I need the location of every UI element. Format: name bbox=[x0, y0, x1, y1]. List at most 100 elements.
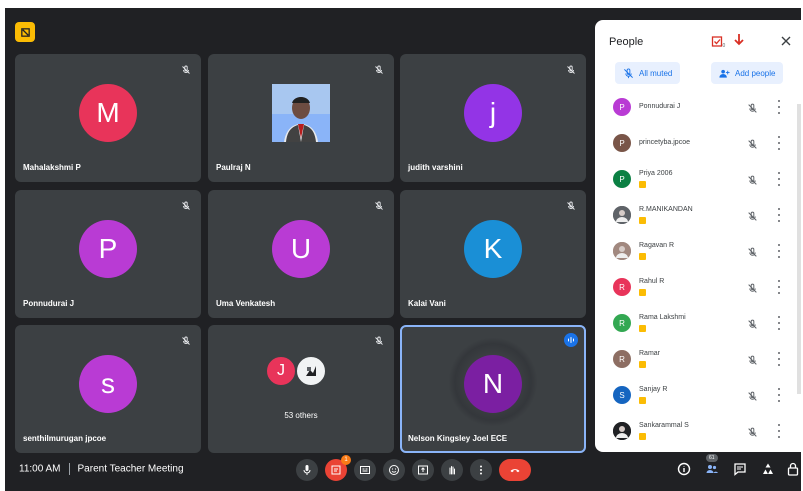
muted-mic-icon[interactable] bbox=[747, 317, 758, 329]
more-vert-icon[interactable] bbox=[777, 316, 781, 330]
participant-row[interactable]: Sankarammal S bbox=[595, 414, 801, 450]
chat-button[interactable] bbox=[731, 460, 749, 478]
emoji-button[interactable] bbox=[383, 459, 405, 481]
avatar: R bbox=[613, 278, 631, 296]
mic-icon bbox=[303, 465, 311, 475]
avatar-photo bbox=[613, 422, 631, 440]
avatar: S bbox=[613, 386, 631, 404]
leave-call-button[interactable] bbox=[499, 459, 531, 481]
more-vert-icon[interactable] bbox=[777, 172, 781, 186]
more-vert-icon[interactable] bbox=[777, 280, 781, 294]
present-button[interactable] bbox=[412, 459, 434, 481]
participant-name: Uma Venkatesh bbox=[216, 299, 276, 308]
avatar: J bbox=[265, 355, 297, 387]
people-icon bbox=[706, 465, 718, 473]
participant-row[interactable]: Pprincetyba.jpcoe bbox=[595, 126, 801, 162]
people-button[interactable]: 61 bbox=[703, 454, 721, 478]
participant-tile[interactable]: K Kalai Vani bbox=[400, 190, 586, 318]
avatar: R bbox=[613, 314, 631, 332]
participant-tile[interactable]: j judith varshini bbox=[400, 54, 586, 182]
end-call-icon bbox=[510, 469, 520, 473]
participant-tile[interactable]: M Mahalakshmi P bbox=[15, 54, 201, 182]
task-icon[interactable]: 0 bbox=[711, 34, 727, 50]
task-count: 0 bbox=[723, 43, 726, 49]
participant-row[interactable]: P Priya 2006 bbox=[595, 162, 801, 198]
muted-mic-icon[interactable] bbox=[747, 137, 758, 149]
muted-mic-icon bbox=[374, 62, 384, 74]
present-notes-button[interactable]: 1 bbox=[325, 455, 351, 481]
role-badge-icon bbox=[639, 361, 646, 368]
muted-mic-icon[interactable] bbox=[747, 425, 758, 437]
participant-tile[interactable]: N Nelson Kingsley Joel ECE bbox=[400, 325, 586, 453]
participant-tile[interactable]: J 53 others bbox=[208, 325, 394, 453]
all-muted-label: All muted bbox=[639, 68, 673, 78]
participant-name: R.MANIKANDAN bbox=[639, 206, 693, 213]
muted-mic-icon[interactable] bbox=[747, 353, 758, 365]
role-badge-icon bbox=[639, 397, 646, 404]
participant-name: Kalai Vani bbox=[408, 299, 446, 308]
muted-mic-icon[interactable] bbox=[747, 173, 758, 185]
more-vert-icon[interactable] bbox=[777, 136, 781, 150]
participant-tile[interactable]: s senthilmurugan jpcoe bbox=[15, 325, 201, 453]
muted-mic-icon[interactable] bbox=[747, 245, 758, 257]
muted-mic-icon[interactable] bbox=[747, 101, 758, 113]
avatar: M bbox=[79, 84, 137, 142]
muted-mic-icon[interactable] bbox=[747, 281, 758, 293]
add-people-button[interactable]: Add people bbox=[711, 62, 784, 84]
avatar: P bbox=[79, 220, 137, 278]
screenshot-frame: M Mahalakshmi P Paulraj N j judith varshini P… bbox=[0, 0, 803, 491]
avatar: s bbox=[79, 355, 137, 413]
muted-mic-icon[interactable] bbox=[747, 209, 758, 221]
participant-row[interactable]: P Ponnudurai J bbox=[595, 90, 801, 126]
close-icon[interactable] bbox=[779, 34, 793, 48]
present-notes-icon bbox=[331, 465, 341, 475]
mic-button[interactable] bbox=[296, 459, 318, 481]
activities-button[interactable] bbox=[759, 460, 777, 478]
muted-mic-icon[interactable] bbox=[747, 389, 758, 401]
participant-tile[interactable]: P Ponnudurai J bbox=[15, 190, 201, 318]
add-people-label: Add people bbox=[735, 68, 776, 78]
more-vert-icon[interactable] bbox=[777, 388, 781, 402]
muted-mic-icon bbox=[181, 198, 191, 210]
participant-row[interactable]: R Rama Lakshmi bbox=[595, 306, 801, 342]
people-list-scrollbar[interactable] bbox=[797, 104, 801, 394]
muted-mic-icon bbox=[566, 198, 576, 210]
role-badge-icon bbox=[639, 181, 646, 188]
participant-name: Rahul R bbox=[639, 278, 665, 285]
emoji-icon bbox=[389, 465, 399, 475]
participant-row[interactable]: S Sanjay R bbox=[595, 378, 801, 414]
participant-name: Nelson Kingsley Joel ECE bbox=[408, 434, 508, 443]
raise-hand-icon bbox=[449, 466, 455, 475]
mute-all-button[interactable]: All muted bbox=[615, 62, 681, 84]
raise-hand-button[interactable] bbox=[441, 459, 463, 481]
person-add-icon bbox=[719, 69, 730, 78]
participant-name: Paulraj N bbox=[216, 163, 251, 172]
more-vert-icon[interactable] bbox=[777, 208, 781, 222]
meeting-details-button[interactable] bbox=[675, 460, 693, 478]
more-vert-icon[interactable] bbox=[777, 100, 781, 114]
more-vert-icon[interactable] bbox=[777, 424, 781, 438]
captions-button[interactable] bbox=[354, 459, 376, 481]
participant-name: judith varshini bbox=[408, 163, 463, 172]
participant-tile[interactable]: U Uma Venkatesh bbox=[208, 190, 394, 318]
role-badge-icon bbox=[639, 253, 646, 260]
muted-mic-icon bbox=[566, 62, 576, 74]
muted-mic-icon bbox=[374, 333, 384, 345]
more-vert-icon[interactable] bbox=[777, 352, 781, 366]
participant-row[interactable]: R Ramar bbox=[595, 342, 801, 378]
avatar: P bbox=[613, 134, 631, 152]
participant-name: Sanjay R bbox=[639, 386, 668, 393]
participant-row[interactable]: R.MANIKANDAN bbox=[595, 198, 801, 234]
participant-row[interactable]: Ragavan R bbox=[595, 234, 801, 270]
more-vert-icon[interactable] bbox=[777, 244, 781, 258]
panel-title: People bbox=[609, 36, 644, 48]
avatar: N bbox=[464, 355, 522, 413]
people-panel: People 0 All muted Add people P Ponnudura… bbox=[595, 20, 801, 452]
activities-icon bbox=[763, 463, 773, 474]
participant-tile[interactable]: Paulraj N bbox=[208, 54, 394, 182]
participant-row[interactable]: R Rahul R bbox=[595, 270, 801, 306]
host-controls-button[interactable] bbox=[784, 460, 801, 478]
avatar-image bbox=[295, 355, 327, 387]
more-options-button[interactable] bbox=[470, 459, 492, 481]
recording-badge-icon[interactable] bbox=[15, 22, 35, 42]
